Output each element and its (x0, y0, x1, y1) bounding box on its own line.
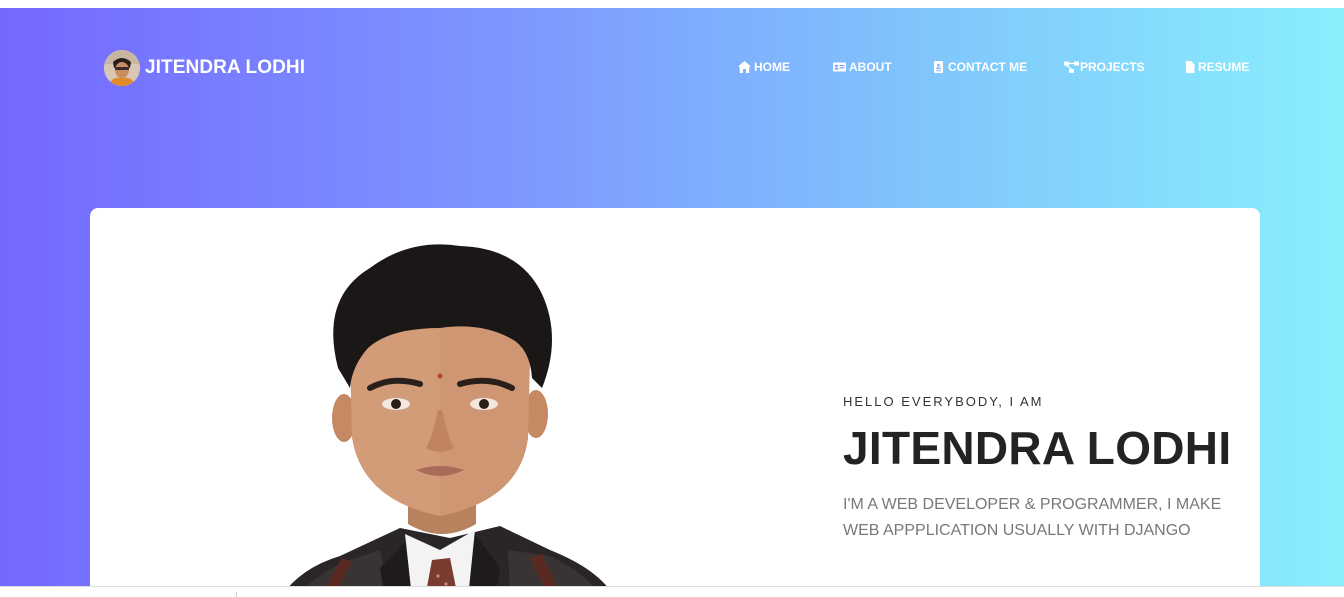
intro-block: HELLO EVERYBODY, I AM JITENDRA LODHI I'M… (843, 394, 1243, 544)
nav-contact-label: CONTACT ME (948, 60, 1028, 74)
project-diagram-icon (1063, 60, 1079, 74)
brand-link[interactable]: JITENDRA LODHI (104, 50, 305, 86)
hero-card: HELLO EVERYBODY, I AM JITENDRA LODHI I'M… (90, 208, 1260, 597)
nav-contact[interactable]: CONTACT ME (931, 60, 1027, 74)
nav-projects-label: PROJECTS (1080, 60, 1145, 74)
nav-home-label: HOME (754, 60, 790, 74)
nav-home[interactable]: HOME (737, 60, 790, 74)
hero-name: JITENDRA LODHI (843, 422, 1232, 474)
top-strip (0, 0, 1344, 8)
nav-resume-label: RESUME (1198, 60, 1250, 74)
avatar (104, 50, 140, 86)
nav-about-label: ABOUT (849, 60, 892, 74)
profile-photo (280, 238, 620, 597)
nav-resume[interactable]: RESUME (1184, 60, 1249, 74)
home-icon (737, 60, 752, 74)
divider (236, 592, 237, 597)
file-icon (1184, 60, 1196, 74)
bottom-strip (0, 586, 1344, 597)
nav-projects[interactable]: PROJECTS (1063, 60, 1145, 74)
brand-name: JITENDRA LODHI (145, 57, 306, 78)
tagline: I'M A WEB DEVELOPER & PROGRAMMER, I MAKE… (843, 496, 1222, 539)
page: JITENDRA LODHI HOME ABOUT CONTACT ME PRO… (0, 0, 1344, 597)
id-card-icon (832, 60, 847, 74)
nav-about[interactable]: ABOUT (832, 60, 892, 74)
greeting-text: HELLO EVERYBODY, I AM (843, 394, 1044, 409)
contact-card-icon (931, 60, 946, 74)
